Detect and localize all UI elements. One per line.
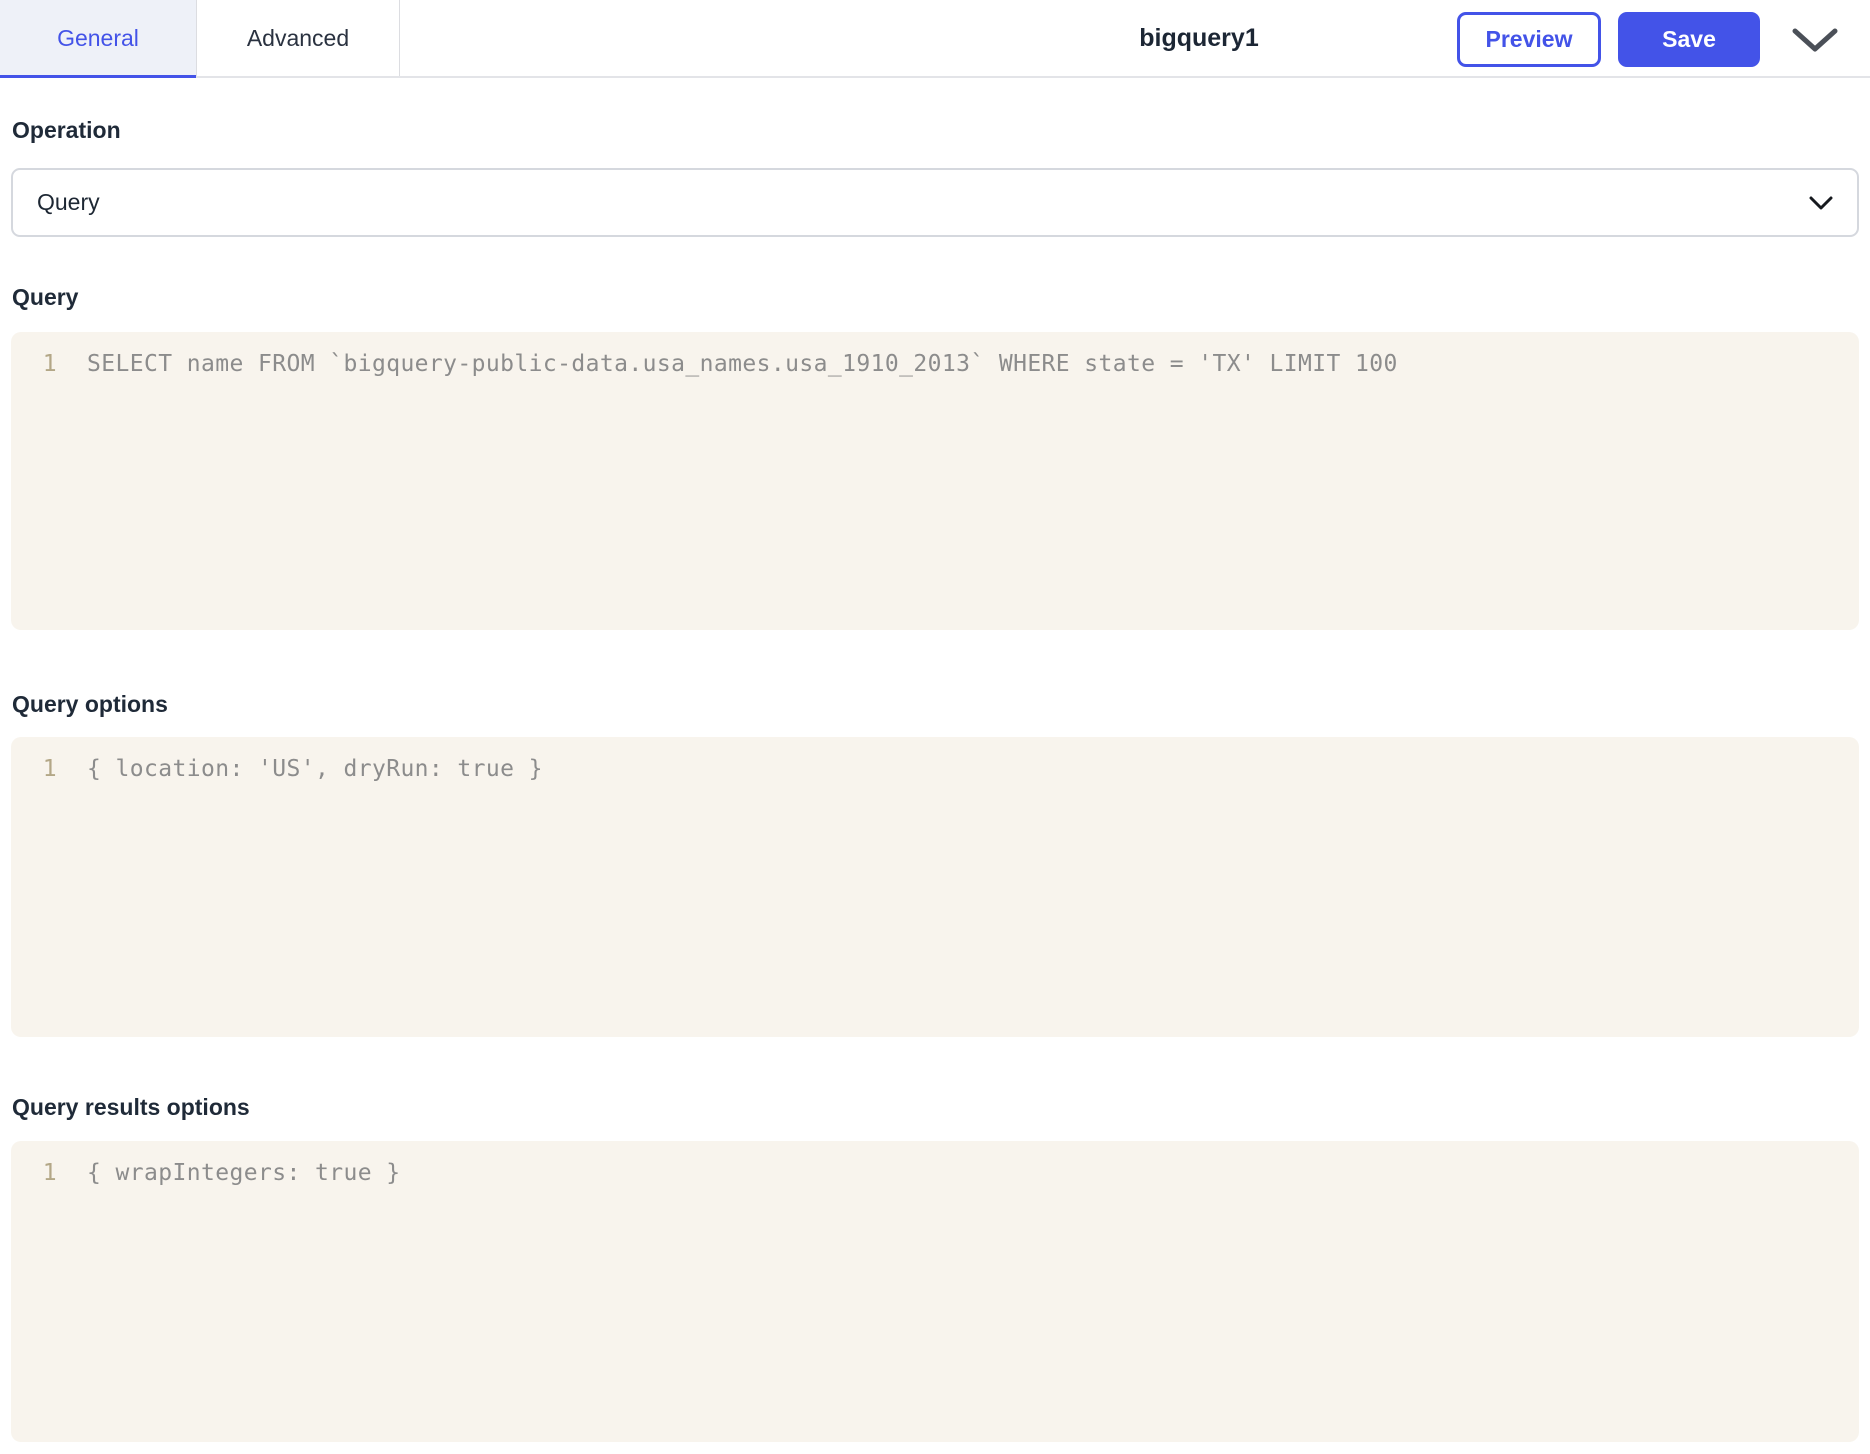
operation-select[interactable]: Query <box>11 168 1859 237</box>
query-options-label: Query options <box>12 691 168 717</box>
query-options-code-text: { location: 'US', dryRun: true } <box>87 756 543 782</box>
preview-button[interactable]: Preview <box>1457 12 1601 67</box>
query-title: bigquery1 <box>1139 23 1259 52</box>
code-line: 1 { wrapIntegers: true } <box>11 1156 1859 1190</box>
tab-advanced-label: Advanced <box>246 24 350 51</box>
query-code-editor[interactable]: 1 SELECT name FROM `bigquery-public-data… <box>11 332 1859 630</box>
operation-selected-value: Query <box>37 189 100 215</box>
line-number: 1 <box>42 351 57 377</box>
query-label: Query <box>12 284 79 310</box>
code-line: 1 { location: 'US', dryRun: true } <box>11 752 1859 786</box>
tab-general-label: General <box>57 24 139 51</box>
query-config-form: Operation Query Query 1 SELECT name FROM… <box>0 118 1870 1442</box>
query-results-options-code-editor[interactable]: 1 { wrapIntegers: true } <box>11 1141 1859 1442</box>
query-results-options-label: Query results options <box>12 1094 250 1120</box>
tab-advanced[interactable]: Advanced <box>197 0 400 76</box>
query-editor-header: General Advanced bigquery1 Preview Save <box>0 0 1870 78</box>
operation-label: Operation <box>12 117 121 143</box>
query-results-options-code-text: { wrapIntegers: true } <box>87 1160 401 1186</box>
code-line: 1 SELECT name FROM `bigquery-public-data… <box>11 347 1859 381</box>
chevron-down-icon[interactable] <box>1791 26 1839 54</box>
query-options-code-editor[interactable]: 1 { location: 'US', dryRun: true } <box>11 737 1859 1037</box>
line-number: 1 <box>42 1160 57 1186</box>
line-number: 1 <box>42 756 57 782</box>
tab-general[interactable]: General <box>0 0 197 78</box>
save-button[interactable]: Save <box>1618 12 1760 67</box>
sql-code-text: SELECT name FROM `bigquery-public-data.u… <box>87 351 1398 377</box>
chevron-down-icon <box>1809 189 1833 216</box>
